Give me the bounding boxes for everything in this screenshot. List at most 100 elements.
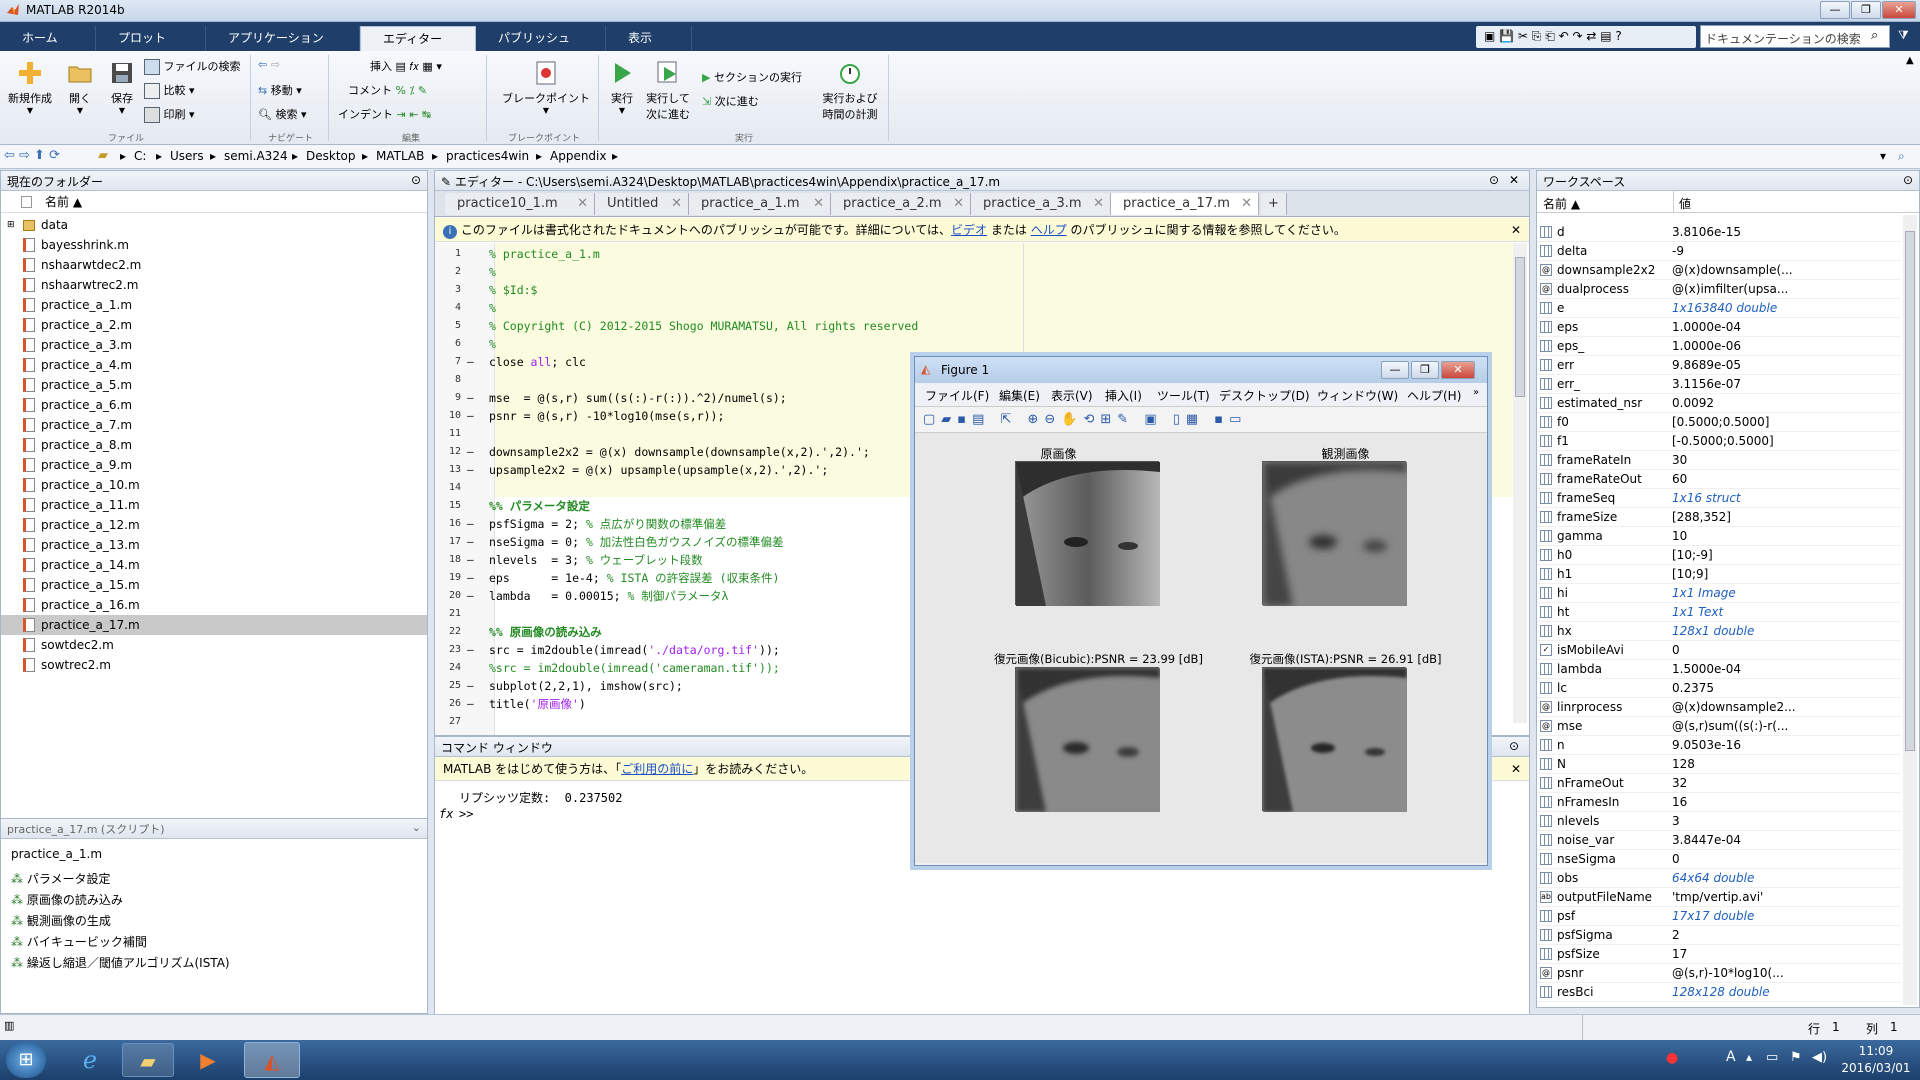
folder-item[interactable]: bayesshrink.m <box>1 235 427 255</box>
workspace-variable[interactable]: @ linrprocess @(x)downsample2... <box>1537 698 1901 717</box>
figure-toolbar-icons[interactable]: ▢▰▪▤ ⇱ ⊕⊖✋⟲⊞✎ ▣ ▯▦ ▪▭ <box>923 412 1247 427</box>
chevron-down-icon[interactable]: ⌄ <box>412 821 421 834</box>
breakpoint-marker[interactable]: — <box>467 389 474 407</box>
browse-search-icon[interactable]: ⌕ <box>1898 149 1905 164</box>
editor-tab[interactable]: practice_a_17.m ✕ <box>1111 193 1259 215</box>
breakpoint-marker[interactable]: — <box>467 407 474 425</box>
new-tab-button[interactable]: + <box>1261 193 1287 215</box>
breakpoint-marker[interactable]: — <box>467 353 474 371</box>
comment-button[interactable]: コメント % ⁒ ✎ <box>348 82 427 98</box>
folder-item[interactable]: practice_a_15.m <box>1 575 427 595</box>
editor-tab[interactable]: practice10_1.m ✕ <box>445 193 595 215</box>
folder-item[interactable]: practice_a_6.m <box>1 395 427 415</box>
volume-icon[interactable]: ◀) <box>1812 1050 1827 1065</box>
panel-menu-icon[interactable]: ⊙ <box>1489 173 1499 187</box>
fx-icon[interactable]: fx <box>439 807 453 821</box>
print-button[interactable]: 印刷 ▾ <box>144 106 195 123</box>
path-segment[interactable]: semi.A324 <box>224 149 288 163</box>
figure-menu-item[interactable]: ヘルプ(H) <box>1407 387 1461 404</box>
tab-view[interactable]: 表示 <box>606 26 692 51</box>
address-dropdown-icon[interactable]: ▾ <box>1880 149 1886 163</box>
start-button[interactable]: ⊞ <box>6 1042 46 1078</box>
figure-title-bar[interactable]: ◭ Figure 1 — ❐ ✕ <box>915 357 1487 383</box>
workspace-variable[interactable]: err_ 3.1156e-07 <box>1537 375 1901 394</box>
close-info-icon[interactable]: ✕ <box>1511 757 1521 781</box>
workspace-variable[interactable]: n 9.0503e-16 <box>1537 736 1901 755</box>
folder-item[interactable]: nshaarwtrec2.m <box>1 275 427 295</box>
figure-minimize-button[interactable]: — <box>1381 361 1409 379</box>
path-segment[interactable]: Users <box>170 149 204 163</box>
path-segment[interactable]: practices4win <box>446 149 529 163</box>
tab-close-icon[interactable]: ✕ <box>1093 193 1104 215</box>
workspace-variable[interactable]: N 128 <box>1537 755 1901 774</box>
section-item[interactable]: ⁂ バイキュービック補間 <box>1 932 427 953</box>
folder-item[interactable]: practice_a_17.m <box>1 615 427 635</box>
run-button[interactable]: 実行 ▼ <box>604 59 640 115</box>
code-line[interactable]: 1 % practice_a_1.m <box>435 245 1513 263</box>
folder-item[interactable]: practice_a_16.m <box>1 595 427 615</box>
taskbar-media-player-button[interactable]: ▶ <box>182 1043 234 1077</box>
folder-item[interactable]: practice_a_9.m <box>1 455 427 475</box>
workspace-variable[interactable]: @ downsample2x2 @(x)downsample(... <box>1537 261 1901 280</box>
find-button[interactable]: 🔍︎ 検索 ▾ <box>258 106 307 122</box>
breakpoint-marker[interactable]: — <box>467 569 474 587</box>
flag-icon[interactable]: ⚑ <box>1790 1050 1802 1065</box>
section-item[interactable]: ⁂ 原画像の読み込み <box>1 890 427 911</box>
breakpoint-marker[interactable]: — <box>467 533 474 551</box>
close-button[interactable]: ✕ <box>1882 1 1916 19</box>
run-and-time-button[interactable]: 実行および 時間の計測 <box>818 59 882 122</box>
save-button[interactable]: 保存 ▼ <box>102 59 142 115</box>
back-forward-buttons[interactable]: ⇦ ⇨ <box>258 58 280 71</box>
workspace-variable[interactable]: frameSeq 1x16 struct <box>1537 489 1901 508</box>
figure-menu-item[interactable]: 編集(E) <box>999 387 1040 404</box>
breakpoint-marker[interactable]: — <box>467 551 474 569</box>
folder-item[interactable]: practice_a_7.m <box>1 415 427 435</box>
figure-maximize-button[interactable]: ❐ <box>1411 361 1439 379</box>
workspace-variable[interactable]: hx 128x1 double <box>1537 622 1901 641</box>
editor-tab[interactable]: practice_a_3.m ✕ <box>971 193 1111 215</box>
workspace-variable[interactable]: noise_var 3.8447e-04 <box>1537 831 1901 850</box>
workspace-variable[interactable]: d 3.8106e-15 <box>1537 223 1901 242</box>
taskbar-matlab-button[interactable]: ◭ <box>244 1042 300 1078</box>
video-link[interactable]: ビデオ <box>951 223 987 237</box>
breakpoints-button[interactable]: ブレークポイント ▼ <box>500 59 592 115</box>
clock-time[interactable]: 11:09 <box>1846 1044 1906 1058</box>
taskbar-ie-button[interactable]: ℯ <box>64 1043 116 1077</box>
maximize-button[interactable]: ❐ <box>1851 1 1881 19</box>
code-line[interactable]: 2% <box>435 263 1513 281</box>
filter-icon[interactable]: ⧩ <box>1898 28 1909 43</box>
workspace-scrollbar[interactable] <box>1903 215 1917 1005</box>
tab-close-icon[interactable]: ✕ <box>1241 193 1252 215</box>
expand-icon[interactable]: ⊞ <box>7 215 15 235</box>
workspace-variable[interactable]: psfSize 17 <box>1537 945 1901 964</box>
workspace-variable[interactable]: f0 [0.5000;0.5000] <box>1537 413 1901 432</box>
tab-close-icon[interactable]: ✕ <box>953 193 964 215</box>
section-item[interactable]: ⁂ パラメータ設定 <box>1 869 427 890</box>
workspace-column-header[interactable]: 名前 ▲ 値 <box>1537 191 1919 213</box>
open-button[interactable]: 開く ▼ <box>60 59 100 115</box>
figure-menu-item[interactable]: 挿入(I) <box>1105 387 1142 404</box>
tray-expand-icon[interactable]: ▴ <box>1746 1050 1752 1064</box>
tab-close-icon[interactable]: ✕ <box>813 193 824 215</box>
tab-close-icon[interactable]: ✕ <box>577 193 588 215</box>
panel-menu-icon[interactable]: ⊙ <box>1509 739 1519 753</box>
editor-tab[interactable]: practice_a_1.m ✕ <box>689 193 831 215</box>
folder-item[interactable]: ⊞ data <box>1 215 427 235</box>
run-and-advance-button[interactable]: 実行して 次に進む <box>644 59 692 122</box>
path-segment[interactable]: MATLAB <box>376 149 424 163</box>
folder-item[interactable]: nshaarwtdec2.m <box>1 255 427 275</box>
code-line[interactable]: 6% <box>435 335 1513 353</box>
minimize-button[interactable]: — <box>1820 1 1850 19</box>
breakpoint-marker[interactable]: — <box>467 641 474 659</box>
close-editor-icon[interactable]: ✕ <box>1509 173 1519 187</box>
workspace-variable[interactable]: ab outputFileName 'tmp/vertip.avi' <box>1537 888 1901 907</box>
folder-column-header[interactable]: 名前 ▲ <box>1 191 427 213</box>
workspace-variable[interactable]: nlevels 3 <box>1537 812 1901 831</box>
workspace-variable[interactable]: delta -9 <box>1537 242 1901 261</box>
new-button[interactable]: 新規作成 ▼ <box>6 59 54 115</box>
tab-plots[interactable]: プロット <box>96 26 206 51</box>
workspace-variable[interactable]: f1 [-0.5000;0.5000] <box>1537 432 1901 451</box>
command-prompt[interactable]: >> <box>459 807 473 821</box>
tab-close-icon[interactable]: ✕ <box>671 193 682 215</box>
help-link[interactable]: ヘルプ <box>1031 223 1067 237</box>
